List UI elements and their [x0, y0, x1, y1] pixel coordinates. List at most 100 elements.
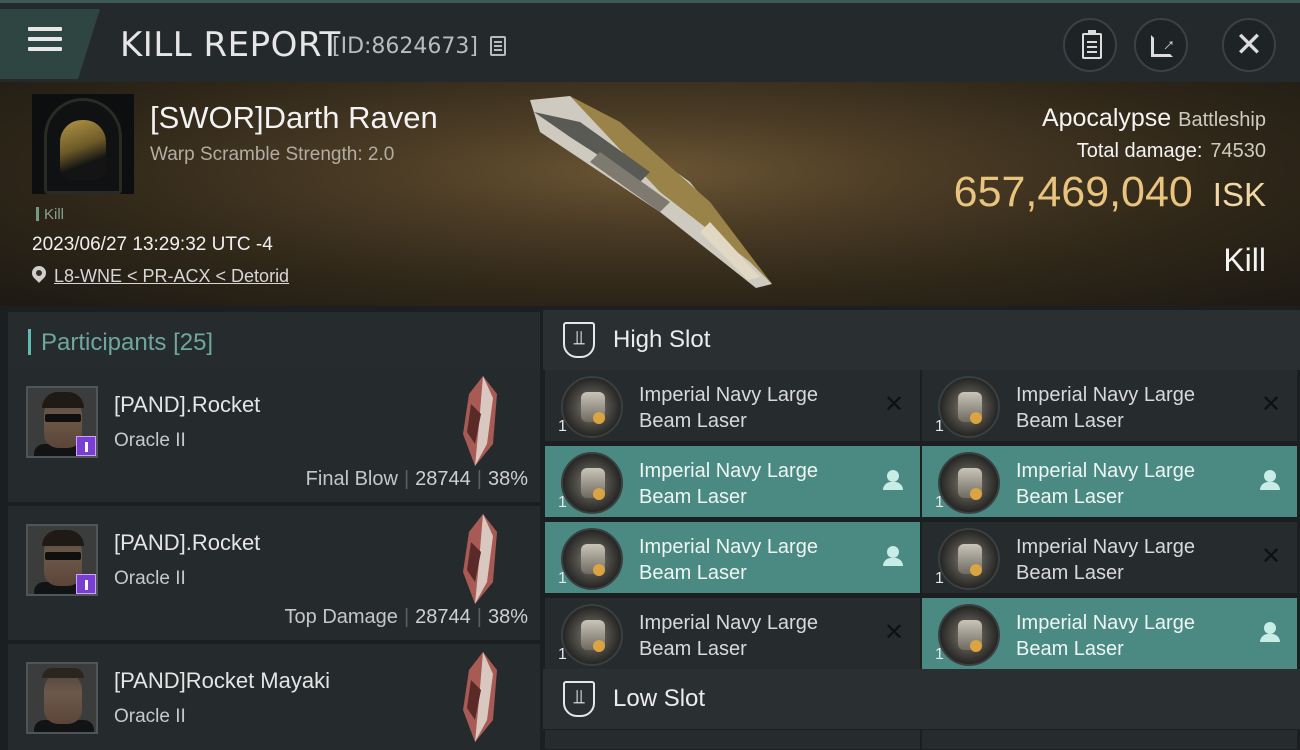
participant-name[interactable]: [PAND].Rocket: [114, 392, 260, 418]
stat-label: Final Blow: [305, 468, 398, 490]
participants-label: Participants: [41, 329, 167, 356]
beam-laser-icon: [561, 452, 623, 514]
kill-datetime: 2023/06/27 13:29:32 UTC -4: [32, 234, 273, 255]
victim-name[interactable]: [SWOR]Darth Raven: [150, 100, 438, 136]
kill-location-link[interactable]: L8-WNE < PR-ACX < Detorid: [54, 266, 289, 287]
participant-ship-image[interactable]: [453, 512, 503, 606]
total-damage-value: 74530: [1210, 140, 1266, 162]
total-damage: Total damage: 74530: [1077, 140, 1266, 163]
item-quantity: 1: [935, 494, 944, 511]
beam-laser-icon: [561, 528, 623, 590]
beam-laser-icon: [938, 528, 1000, 590]
participant-ship: Oracle II: [114, 430, 186, 451]
beam-laser-icon: [938, 604, 1000, 666]
participants-panel[interactable]: Participants [25] [PAND].Rocket Oracle I…: [0, 306, 540, 750]
victim-subtitle: Warp Scramble Strength: 2.0: [150, 144, 395, 165]
victim-ship-name[interactable]: Apocalypse: [1042, 104, 1171, 132]
victim-portrait[interactable]: [32, 94, 134, 194]
item-quantity: 1: [558, 494, 567, 511]
slot-item[interactable]: 1 Imperial Navy Large Beam Laser: [545, 522, 920, 594]
dropped-person-icon: [882, 544, 906, 568]
damage-value: 28744: [415, 468, 471, 490]
item-quantity: 1: [558, 418, 567, 435]
fitting-panel[interactable]: High Slot 1 Imperial Navy Large Beam Las…: [543, 306, 1300, 750]
isk-value: 657,469,040 ISK: [954, 168, 1266, 217]
slot-item[interactable]: 1 Imperial Navy Large Beam Laser ✕: [922, 370, 1297, 442]
high-slot-header: High Slot: [543, 310, 1300, 370]
participants-count: [25]: [173, 329, 214, 356]
slot-item[interactable]: 1 Imperial Navy Large Beam Laser ✕: [545, 370, 920, 442]
item-name: Imperial Navy Large Beam Laser: [639, 384, 818, 432]
damage-percent: 38%: [487, 468, 528, 490]
item-quantity: 1: [935, 570, 944, 587]
share-button[interactable]: →: [1134, 18, 1188, 72]
info-badge-icon: [76, 574, 96, 594]
avatar[interactable]: [26, 386, 98, 458]
high-slot-title: High Slot: [613, 326, 711, 353]
close-icon: ✕: [1234, 25, 1264, 65]
item-name: Imperial Navy Large Beam Laser: [639, 612, 818, 660]
close-button[interactable]: ✕: [1222, 18, 1276, 72]
high-slot-icon: [563, 322, 595, 358]
participant-ship-image[interactable]: [453, 650, 503, 744]
avatar[interactable]: [26, 662, 98, 734]
clipboard-icon: [1082, 30, 1102, 59]
destroyed-icon: ✕: [1260, 542, 1282, 570]
slot-item[interactable]: [922, 730, 1297, 750]
clipboard-button[interactable]: [1063, 18, 1117, 72]
victim-ship-class: Battleship: [1178, 109, 1266, 131]
item-quantity: 1: [935, 418, 944, 435]
slot-item[interactable]: 1 Imperial Navy Large Beam Laser: [922, 598, 1297, 670]
hamburger-menu-icon[interactable]: [28, 27, 62, 51]
destroyed-icon: ✕: [883, 390, 905, 418]
item-name: Imperial Navy Large Beam Laser: [639, 536, 818, 584]
participant-row[interactable]: [PAND]Rocket Mayaki Oracle II: [8, 644, 540, 750]
participant-ship: Oracle II: [114, 568, 186, 589]
slot-item[interactable]: [545, 730, 920, 750]
victim-banner: [SWOR]Darth Raven Warp Scramble Strength…: [0, 82, 1300, 306]
dropped-person-icon: [882, 468, 906, 492]
dropped-person-icon: [1259, 620, 1283, 644]
victim-ship-image[interactable]: [510, 92, 790, 292]
slot-item[interactable]: 1 Imperial Navy Large Beam Laser ✕: [922, 522, 1297, 594]
item-name: Imperial Navy Large Beam Laser: [1016, 612, 1195, 660]
item-quantity: 1: [558, 570, 567, 587]
kill-tag: Kill: [36, 206, 64, 223]
damage-percent: 38%: [487, 606, 528, 628]
item-name: Imperial Navy Large Beam Laser: [1016, 536, 1195, 584]
participant-row[interactable]: [PAND].Rocket Oracle II Final Blow | 28744…: [8, 368, 540, 502]
isk-amount: 657,469,040: [953, 168, 1193, 216]
beam-laser-icon: [561, 376, 623, 438]
avatar[interactable]: [26, 524, 98, 596]
copy-icon[interactable]: [490, 36, 506, 56]
page-title: KILL REPORT: [120, 25, 341, 65]
low-slot-icon: [563, 681, 595, 717]
slot-item[interactable]: 1 Imperial Navy Large Beam Laser: [545, 446, 920, 518]
total-damage-label: Total damage:: [1076, 140, 1203, 162]
low-slot-title: Low Slot: [613, 685, 706, 712]
destroyed-icon: ✕: [883, 618, 905, 646]
participant-row[interactable]: [PAND].Rocket Oracle II Top Damage | 28744…: [8, 506, 540, 640]
stat-label: Top Damage: [284, 606, 398, 628]
low-slot-header: Low Slot: [543, 669, 1300, 729]
participant-name[interactable]: [PAND]Rocket Mayaki: [114, 668, 330, 694]
participant-name[interactable]: [PAND].Rocket: [114, 530, 260, 556]
victim-ship: Apocalypse Battleship: [1042, 104, 1266, 133]
beam-laser-icon: [561, 604, 623, 666]
item-name: Imperial Navy Large Beam Laser: [1016, 384, 1195, 432]
kill-id: [ID:8624673]: [332, 34, 478, 59]
damage-value: 28744: [415, 606, 471, 628]
item-name: Imperial Navy Large Beam Laser: [1016, 460, 1195, 508]
beam-laser-icon: [938, 376, 1000, 438]
participant-stats: Final Blow | 28744 | 38%: [305, 468, 528, 490]
slot-item[interactable]: 1 Imperial Navy Large Beam Laser: [922, 446, 1297, 518]
item-name: Imperial Navy Large Beam Laser: [639, 460, 818, 508]
top-bar: KILL REPORT [ID:8624673] → ✕: [0, 0, 1300, 82]
slot-item[interactable]: 1 Imperial Navy Large Beam Laser ✕: [545, 598, 920, 670]
beam-laser-icon: [938, 452, 1000, 514]
participant-ship-image[interactable]: [453, 374, 503, 468]
destroyed-icon: ✕: [1260, 390, 1282, 418]
dropped-person-icon: [1259, 468, 1283, 492]
item-quantity: 1: [558, 646, 567, 663]
isk-unit: ISK: [1212, 176, 1266, 213]
